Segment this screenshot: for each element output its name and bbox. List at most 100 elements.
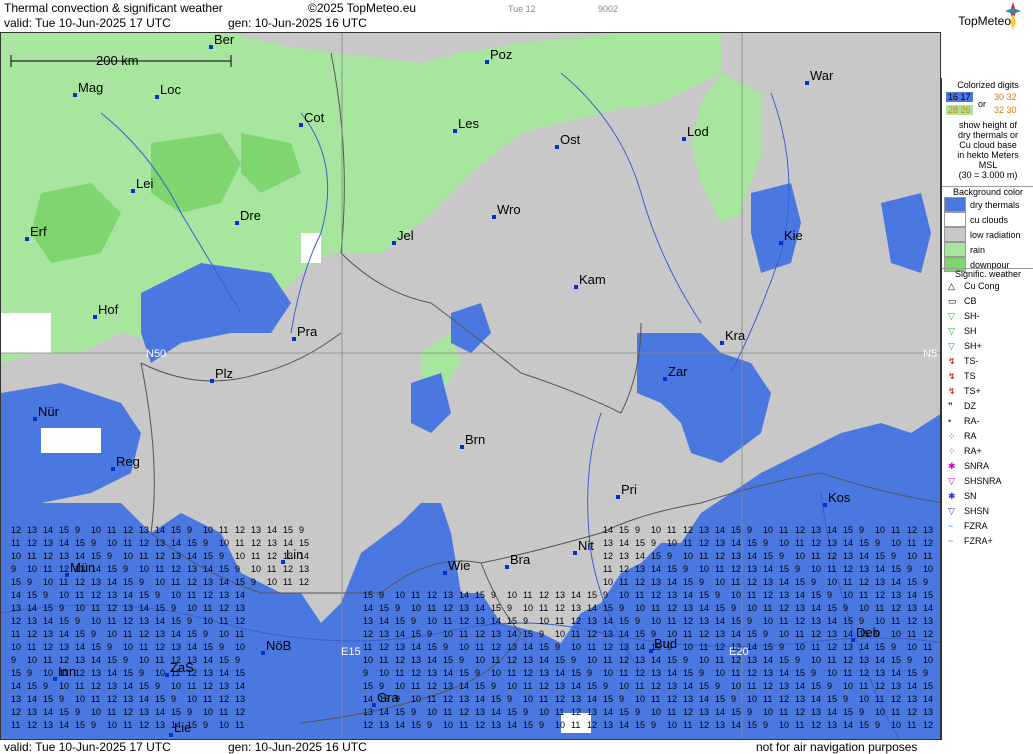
- thermal-value: 14: [603, 525, 613, 535]
- weather-symbol-icon: ↯: [948, 356, 956, 366]
- legend-sw-label: TS: [964, 371, 976, 381]
- city-label: NöB: [266, 638, 291, 653]
- thermal-value: 12: [171, 655, 181, 665]
- thermal-value: 14: [43, 707, 53, 717]
- thermal-value: 10: [395, 681, 405, 691]
- thermal-value: 13: [123, 694, 133, 704]
- thermal-value: 11: [379, 655, 388, 665]
- thermal-value: 10: [235, 551, 245, 561]
- thermal-value: 15: [523, 629, 533, 639]
- time-tab[interactable]: Tue 12: [508, 4, 536, 14]
- thermal-value: 14: [715, 616, 725, 626]
- legend-digits-line: MSL: [978, 160, 998, 170]
- city-dot: [155, 95, 159, 99]
- thermal-value: 14: [923, 694, 933, 704]
- thermal-value: 11: [203, 603, 212, 613]
- thermal-value: 9: [459, 655, 464, 665]
- thermal-value: 11: [699, 551, 708, 561]
- thermal-value: 11: [651, 603, 660, 613]
- thermal-value: 10: [27, 655, 37, 665]
- thermal-value: 13: [123, 603, 133, 613]
- thermal-value: 9: [619, 603, 624, 613]
- thermal-value: 12: [267, 551, 277, 561]
- thermal-value: 12: [475, 720, 485, 730]
- thermal-value: 14: [731, 538, 741, 548]
- thermal-value: 10: [779, 538, 789, 548]
- thermal-value: 15: [683, 668, 693, 678]
- thermal-value: 12: [699, 538, 709, 548]
- thermal-value: 12: [27, 720, 37, 730]
- thermal-value: 11: [811, 642, 820, 652]
- thermal-value: 10: [699, 564, 709, 574]
- thermal-value: 14: [219, 577, 229, 587]
- city-label: Kos: [828, 490, 851, 505]
- thermal-value: 13: [699, 707, 709, 717]
- thermal-value: 15: [587, 590, 597, 600]
- thermal-value: 13: [59, 551, 69, 561]
- thermal-value: 14: [395, 629, 405, 639]
- thermal-value: 12: [171, 564, 181, 574]
- thermal-value: 9: [75, 525, 80, 535]
- thermal-value: 15: [523, 720, 533, 730]
- city-label: Pra: [297, 324, 318, 339]
- thermal-value: 9: [203, 629, 208, 639]
- weather-symbol-icon: ~: [948, 521, 954, 531]
- thermal-value: 13: [779, 681, 789, 691]
- header-bar: Thermal convection & significant weather…: [0, 0, 1033, 32]
- thermal-value: 12: [27, 538, 37, 548]
- thermal-value: 14: [875, 564, 885, 574]
- thermal-value: 9: [219, 642, 224, 652]
- thermal-value: 13: [619, 551, 629, 561]
- thermal-value: 14: [75, 551, 85, 561]
- thermal-value: 13: [859, 564, 869, 574]
- thermal-value: 13: [91, 577, 101, 587]
- thermal-value: 11: [539, 694, 548, 704]
- thermal-value: 9: [411, 707, 416, 717]
- thermal-value: 9: [155, 590, 160, 600]
- thermal-value: 11: [91, 694, 100, 704]
- thermal-value: 11: [123, 629, 132, 639]
- thermal-value: 15: [635, 720, 645, 730]
- thermal-value: 9: [411, 616, 416, 626]
- thermal-value: 12: [779, 694, 789, 704]
- thermal-value: 9: [619, 694, 624, 704]
- thermal-value: 10: [459, 642, 469, 652]
- thermal-value: 13: [395, 642, 405, 652]
- thermal-value: 14: [523, 642, 533, 652]
- thermal-value: 10: [203, 525, 213, 535]
- thermal-value: 11: [635, 590, 644, 600]
- thermal-value: 10: [763, 525, 773, 535]
- thermal-value: 14: [491, 616, 501, 626]
- thermal-value: 11: [475, 642, 484, 652]
- thermal-value: 15: [123, 668, 133, 678]
- thermal-value: 14: [667, 668, 677, 678]
- thermal-value: 10: [651, 707, 661, 717]
- thermal-value: 11: [619, 577, 628, 587]
- city-dot: [235, 221, 239, 225]
- thermal-value: 11: [843, 668, 852, 678]
- thermal-value: 11: [235, 538, 244, 548]
- city-dot: [261, 651, 265, 655]
- city-dot: [574, 285, 578, 289]
- thermal-value: 11: [571, 720, 580, 730]
- thermal-value: 13: [587, 707, 597, 717]
- thermal-value: 10: [235, 642, 245, 652]
- thermal-value: 14: [571, 590, 581, 600]
- thermal-value: 11: [123, 538, 132, 548]
- weather-symbol-icon: ▭: [948, 296, 957, 306]
- thermal-value: 12: [603, 551, 613, 561]
- thermal-value: 15: [763, 642, 773, 652]
- thermal-value: 12: [715, 642, 725, 652]
- legend-sw-item: ❞ DZ: [942, 399, 1033, 414]
- thermal-value: 14: [827, 616, 837, 626]
- legend-sw-label: SHSN: [964, 506, 990, 516]
- thermal-value: 9: [107, 551, 112, 561]
- thermal-value: 13: [683, 694, 693, 704]
- thermal-value: 14: [891, 668, 901, 678]
- thermal-value: 11: [811, 551, 820, 561]
- thermal-value: 14: [683, 681, 693, 691]
- thermal-value: 14: [203, 655, 213, 665]
- thermal-value: 10: [747, 603, 757, 613]
- thermal-value: 9: [923, 668, 928, 678]
- weather-map[interactable]: 200 km N50 N5 E15 E20 Ber Poz War Mag Loc Cot Les…: [0, 32, 941, 740]
